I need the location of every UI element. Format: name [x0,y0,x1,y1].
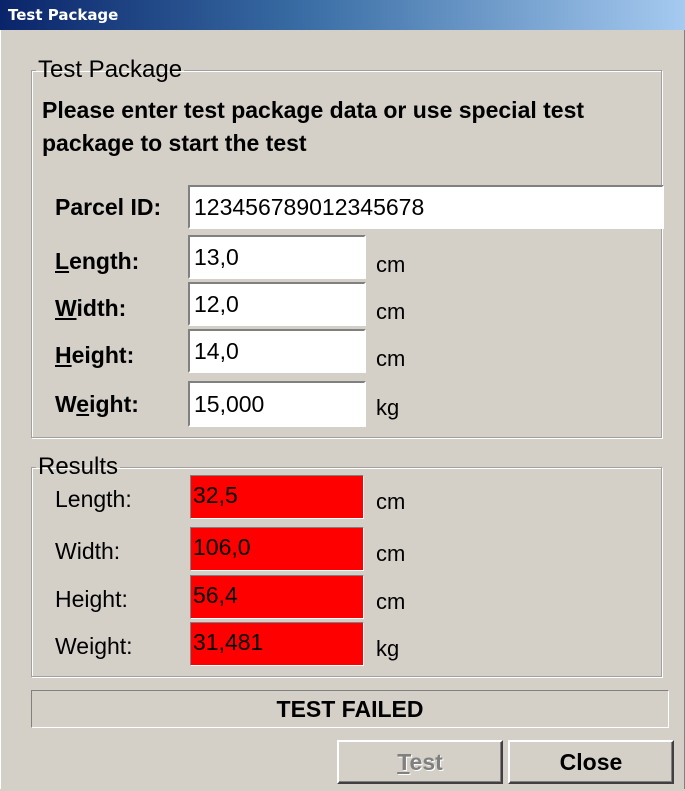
result-width-label: Width: [55,538,121,564]
window-title: Test Package [8,6,119,24]
length-label: Length: [55,248,140,274]
result-height-unit: cm [376,589,406,614]
result-length-unit: cm [376,489,406,514]
width-input[interactable]: 12,0 [188,282,366,326]
result-width-value: 106,0 [190,527,364,571]
result-weight-label: Weight: [55,633,133,659]
test-button[interactable]: Test [337,740,503,784]
weight-label: Weight: [55,391,139,417]
weight-unit: kg [376,395,400,420]
parcel-id-label: Parcel ID: [55,194,162,220]
instruction-text: Please enter test package data or use sp… [42,97,585,156]
length-unit: cm [376,252,406,277]
result-height-value: 56,4 [190,575,364,619]
result-length-value: 32,5 [190,475,364,519]
length-input[interactable]: 13,0 [188,235,366,279]
height-input[interactable]: 14,0 [188,329,366,373]
weight-input[interactable]: 15,000 [188,381,366,427]
height-unit: cm [376,346,406,371]
width-label: Width: [55,295,127,321]
test-package-legend: Test Package [38,56,183,83]
test-status-bar: TEST FAILED [31,690,669,728]
parcel-id-input[interactable]: 123456789012345678 [188,185,664,229]
result-height-label: Height: [55,586,128,612]
width-unit: cm [376,299,406,324]
title-bar[interactable]: Test Package [0,0,685,30]
result-weight-unit: kg [376,636,400,661]
result-width-unit: cm [376,541,406,566]
result-length-label: Length: [55,486,132,512]
close-button[interactable]: Close [508,740,674,784]
result-weight-value: 31,481 [190,622,364,666]
results-legend: Results [38,453,119,480]
height-label: Height: [55,342,135,368]
